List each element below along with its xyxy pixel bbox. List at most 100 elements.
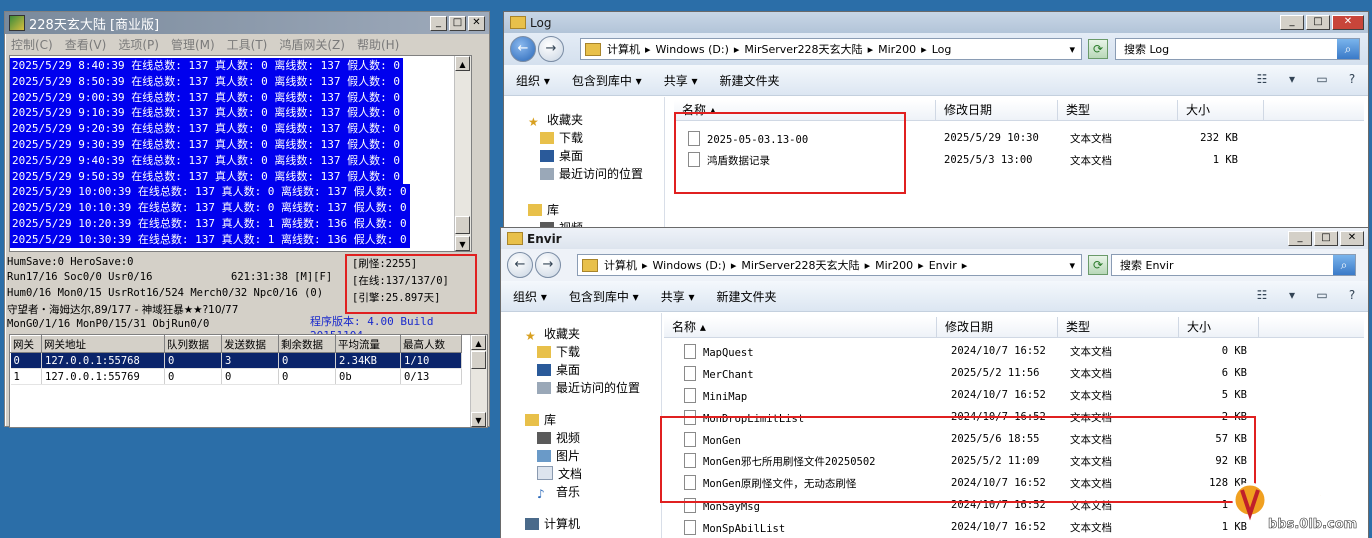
col-size[interactable]: 大小 <box>1179 317 1259 337</box>
col-traffic[interactable]: 平均流量 <box>335 335 401 353</box>
close-button[interactable]: ✕ <box>1340 231 1364 246</box>
nav-libraries[interactable]: 库 <box>501 411 661 429</box>
log-titlebar[interactable]: Log _ □ ✕ <box>504 12 1368 33</box>
scroll-down-icon[interactable]: ▼ <box>471 412 486 427</box>
scroll-thumb[interactable] <box>471 351 486 369</box>
nav-downloads[interactable]: 下载 <box>504 129 664 147</box>
dropdown-arrow-icon[interactable]: ▾ <box>1069 259 1075 272</box>
nav-music[interactable]: ♪ 音乐 <box>501 483 661 501</box>
table-row[interactable]: 0 127.0.0.1:55768 0 3 0 2.34KB 1/10 <box>10 352 462 369</box>
view-dropdown-icon[interactable]: ▾ <box>1284 71 1300 87</box>
log-scrollbar[interactable]: ▲ ▼ <box>454 56 471 251</box>
crumb-mir200[interactable]: Mir200 <box>875 259 913 272</box>
close-button[interactable]: ✕ <box>468 16 485 31</box>
scroll-thumb[interactable] <box>455 216 470 234</box>
share-button[interactable]: 共享 ▾ <box>661 288 695 305</box>
crumb-server[interactable]: MirServer228天玄大陆 <box>741 257 859 273</box>
menu-view[interactable]: 查看(V) <box>65 36 107 53</box>
crumb-drive[interactable]: Windows (D:) <box>656 43 729 56</box>
minimize-button[interactable]: _ <box>1280 15 1304 30</box>
preview-pane-icon[interactable]: ▭ <box>1314 287 1330 303</box>
nav-desktop[interactable]: 桌面 <box>504 147 664 165</box>
organize-button[interactable]: 组织 ▾ <box>513 288 547 305</box>
view-options-icon[interactable]: ☷ <box>1254 71 1270 87</box>
col-date[interactable]: 修改日期 <box>937 317 1058 337</box>
refresh-icon[interactable]: ⟳ <box>1088 39 1108 59</box>
menu-gateway[interactable]: 鸿盾网关(Z) <box>279 36 345 53</box>
col-name[interactable]: 名称 ▴ <box>664 317 937 337</box>
crumb-server[interactable]: MirServer228天玄大陆 <box>744 41 862 57</box>
breadcrumb[interactable]: 计算机 ▸ Windows (D:) ▸ MirServer228天玄大陆 ▸ Mir… <box>577 254 1082 276</box>
search-input[interactable]: 搜索 Envir ⌕ <box>1111 254 1356 276</box>
col-send[interactable]: 发送数据 <box>221 335 279 353</box>
new-folder-button[interactable]: 新建文件夹 <box>717 288 777 305</box>
crumb-mir200[interactable]: Mir200 <box>878 43 916 56</box>
nav-recent[interactable]: 最近访问的位置 <box>504 165 664 183</box>
col-type[interactable]: 类型 <box>1058 100 1178 120</box>
new-folder-button[interactable]: 新建文件夹 <box>720 72 780 89</box>
include-library-button[interactable]: 包含到库中 ▾ <box>569 288 639 305</box>
close-button[interactable]: ✕ <box>1332 15 1364 30</box>
back-arrow-icon[interactable]: ← <box>507 252 533 278</box>
maximize-button[interactable]: □ <box>1314 231 1338 246</box>
nav-libraries[interactable]: 库 <box>504 201 664 219</box>
crumb-computer[interactable]: 计算机 <box>607 41 640 57</box>
nav-favorites[interactable]: ★ 收藏夹 <box>501 325 661 343</box>
crumb-envir[interactable]: Envir <box>929 259 957 272</box>
nav-downloads[interactable]: 下载 <box>501 343 661 361</box>
forward-arrow-icon[interactable]: → <box>535 252 561 278</box>
nav-documents[interactable]: 文档 <box>501 465 661 483</box>
col-address[interactable]: 网关地址 <box>41 335 165 353</box>
nav-recent[interactable]: 最近访问的位置 <box>501 379 661 397</box>
search-input[interactable]: 搜索 Log ⌕ <box>1115 38 1360 60</box>
maximize-button[interactable]: □ <box>1306 15 1330 30</box>
file-row[interactable]: MerChant 2025/5/2 11:56 文本文档 6 KB <box>664 362 1364 384</box>
help-icon[interactable]: ? <box>1344 71 1360 87</box>
scroll-down-icon[interactable]: ▼ <box>455 236 470 251</box>
file-row[interactable]: MapQuest 2024/10/7 16:52 文本文档 0 KB <box>664 340 1364 362</box>
server-window[interactable]: 228天玄大陆 [商业版] _ □ ✕ 控制(C) 查看(V) 选项(P) 管理… <box>4 11 490 428</box>
preview-pane-icon[interactable]: ▭ <box>1314 71 1330 87</box>
menu-tools[interactable]: 工具(T) <box>227 36 268 53</box>
nav-pictures[interactable]: 图片 <box>501 447 661 465</box>
log-explorer-window[interactable]: Log _ □ ✕ ← → 计算机 ▸ Windows (D:) ▸ MirServ… <box>503 11 1369 232</box>
col-date[interactable]: 修改日期 <box>936 100 1058 120</box>
menu-manage[interactable]: 管理(M) <box>171 36 215 53</box>
server-titlebar[interactable]: 228天玄大陆 [商业版] _ □ ✕ <box>5 12 489 34</box>
gateway-scrollbar[interactable]: ▲ ▼ <box>470 335 487 427</box>
menu-help[interactable]: 帮助(H) <box>357 36 399 53</box>
search-icon[interactable]: ⌕ <box>1333 255 1355 275</box>
table-row[interactable]: 1 127.0.0.1:55769 0 0 0 0b 0/13 <box>10 368 462 385</box>
col-remain[interactable]: 剩余数据 <box>278 335 336 353</box>
crumb-computer[interactable]: 计算机 <box>604 257 637 273</box>
envir-titlebar[interactable]: Envir _ □ ✕ <box>501 228 1368 249</box>
nav-videos[interactable]: 视频 <box>501 429 661 447</box>
refresh-icon[interactable]: ⟳ <box>1088 255 1108 275</box>
col-gateway[interactable]: 网关 <box>10 335 42 353</box>
minimize-button[interactable]: _ <box>1288 231 1312 246</box>
maximize-button[interactable]: □ <box>449 16 466 31</box>
help-icon[interactable]: ? <box>1344 287 1360 303</box>
breadcrumb[interactable]: 计算机 ▸ Windows (D:) ▸ MirServer228天玄大陆 ▸ Mir… <box>580 38 1082 60</box>
view-options-icon[interactable]: ☷ <box>1254 287 1270 303</box>
server-log[interactable]: 2025/5/29 8:40:39 在线总数: 137 真人数: 0 离线数: … <box>9 55 472 252</box>
col-queue[interactable]: 队列数据 <box>164 335 222 353</box>
col-max-users[interactable]: 最高人数 <box>400 335 462 353</box>
scroll-up-icon[interactable]: ▲ <box>455 56 470 71</box>
organize-button[interactable]: 组织 ▾ <box>516 72 550 89</box>
gateway-table[interactable]: 网关 网关地址 队列数据 发送数据 剩余数据 平均流量 最高人数 0 127.0… <box>9 334 488 428</box>
minimize-button[interactable]: _ <box>430 16 447 31</box>
nav-computer[interactable]: 计算机 <box>501 515 661 533</box>
include-library-button[interactable]: 包含到库中 ▾ <box>572 72 642 89</box>
share-button[interactable]: 共享 ▾ <box>664 72 698 89</box>
menu-control[interactable]: 控制(C) <box>11 36 53 53</box>
file-row[interactable]: MiniMap 2024/10/7 16:52 文本文档 5 KB <box>664 384 1364 406</box>
forward-arrow-icon[interactable]: → <box>538 36 564 62</box>
view-dropdown-icon[interactable]: ▾ <box>1284 287 1300 303</box>
nav-desktop[interactable]: 桌面 <box>501 361 661 379</box>
back-arrow-icon[interactable]: ← <box>510 36 536 62</box>
scroll-up-icon[interactable]: ▲ <box>471 335 486 350</box>
dropdown-arrow-icon[interactable]: ▾ <box>1069 43 1075 56</box>
col-size[interactable]: 大小 <box>1178 100 1264 120</box>
search-icon[interactable]: ⌕ <box>1337 39 1359 59</box>
